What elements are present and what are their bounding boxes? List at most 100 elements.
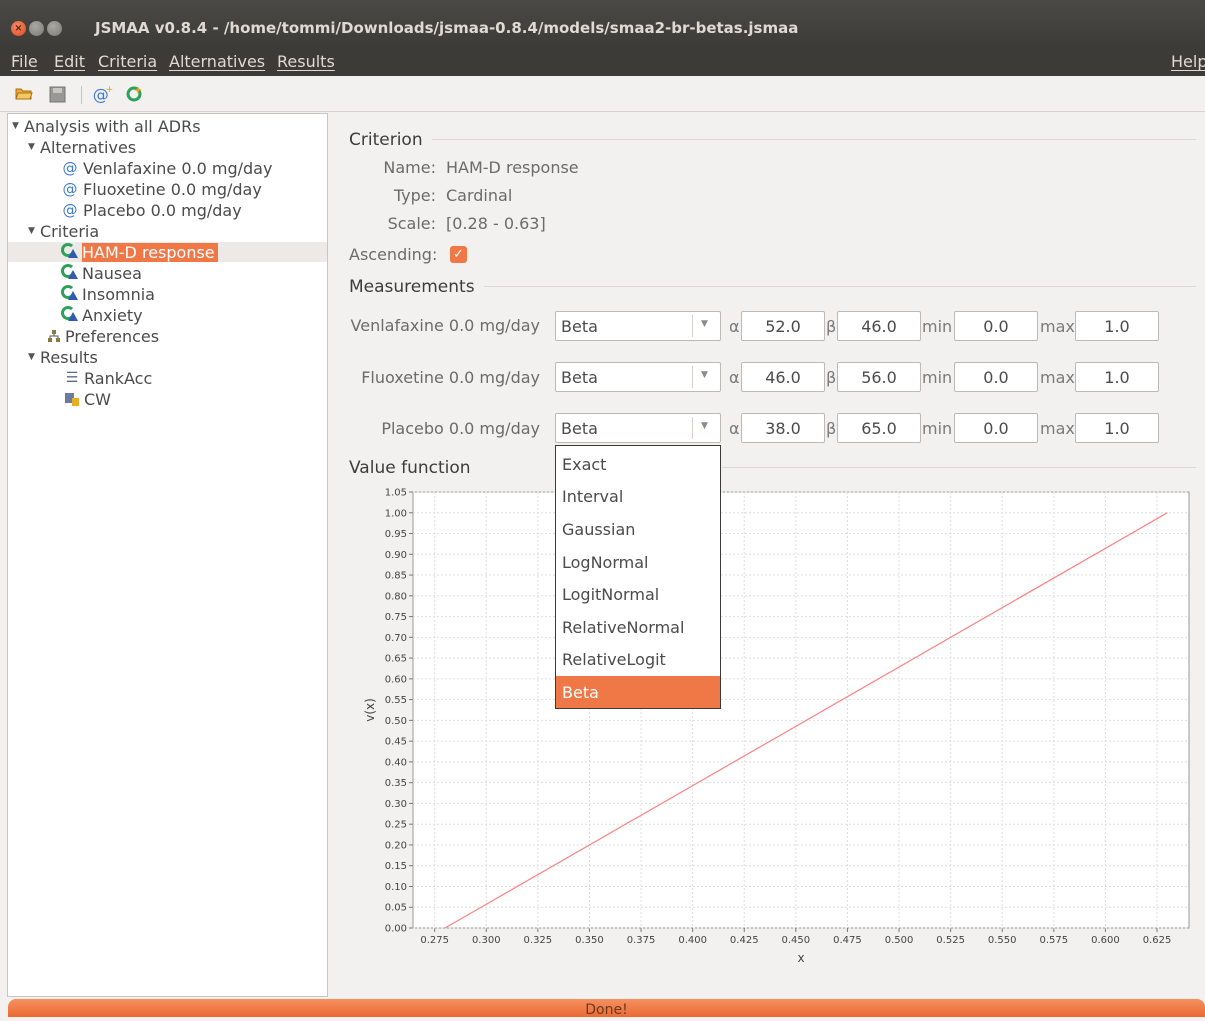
dropdown-option-lognormal[interactable]: LogNormal bbox=[556, 546, 720, 578]
add-criterion-icon[interactable] bbox=[125, 85, 145, 103]
tree-criterion-item[interactable]: HAM-D response bbox=[61, 242, 218, 262]
alpha-label: α bbox=[729, 368, 740, 387]
tree-alternatives-label: Alternatives bbox=[40, 137, 137, 157]
alternative-icon: @ bbox=[62, 180, 78, 198]
x-tick-label: 0.475 bbox=[833, 935, 862, 946]
dropdown-option-gaussian[interactable]: Gaussian bbox=[556, 513, 720, 545]
min-label: min bbox=[922, 317, 953, 336]
dropdown-option-beta[interactable]: Beta bbox=[556, 676, 720, 708]
alpha-input[interactable]: 38.0 bbox=[741, 413, 825, 443]
expand-triangle-icon[interactable]: ▼ bbox=[28, 352, 40, 362]
ascending-checkbox[interactable]: ✓ bbox=[450, 246, 467, 263]
criterion-scale-value: [0.28 - 0.63] bbox=[446, 214, 546, 233]
menu-help[interactable]: Help bbox=[1171, 52, 1205, 71]
central-weights-icon bbox=[64, 390, 80, 408]
min-input[interactable]: 0.0 bbox=[954, 413, 1038, 443]
tree-root[interactable]: ▼ Analysis with all ADRs bbox=[12, 116, 201, 136]
tree-criterion-item[interactable]: Nausea bbox=[61, 263, 142, 283]
navigation-tree: ▼ Analysis with all ADRs ▼ Alternatives … bbox=[7, 113, 328, 997]
menu-file[interactable]: File bbox=[11, 52, 38, 71]
tree-alternative-item[interactable]: @ Venlafaxine 0.0 mg/day bbox=[61, 158, 273, 178]
maximize-window-icon[interactable] bbox=[47, 21, 62, 36]
y-tick-label: 0.75 bbox=[385, 612, 407, 623]
y-tick-label: 0.80 bbox=[385, 591, 407, 602]
tree-result-item[interactable]: CW bbox=[64, 389, 111, 409]
dropdown-option-relativelogit[interactable]: RelativeLogit bbox=[556, 643, 720, 675]
y-tick-label: 0.60 bbox=[385, 674, 407, 685]
combo-separator bbox=[692, 315, 693, 337]
tree-item-label-selected: HAM-D response bbox=[82, 242, 218, 262]
tree-criteria[interactable]: ▼ Criteria bbox=[28, 221, 99, 241]
x-tick-label: 0.525 bbox=[936, 935, 965, 946]
min-input[interactable]: 0.0 bbox=[954, 311, 1038, 341]
tree-results-label: Results bbox=[40, 347, 98, 367]
x-tick-label: 0.425 bbox=[730, 935, 759, 946]
menu-criteria[interactable]: Criteria bbox=[98, 52, 157, 71]
tree-item-label: CW bbox=[84, 389, 111, 409]
max-input[interactable]: 1.0 bbox=[1075, 311, 1159, 341]
folder-open-icon[interactable] bbox=[14, 85, 34, 103]
x-tick-label: 0.350 bbox=[575, 935, 604, 946]
y-tick-label: 0.40 bbox=[385, 757, 407, 768]
criterion-name-value: HAM-D response bbox=[446, 158, 579, 177]
preferences-icon bbox=[46, 327, 62, 345]
dropdown-option-exact[interactable]: Exact bbox=[556, 448, 720, 480]
menu-edit[interactable]: Edit bbox=[54, 52, 85, 71]
menu-results[interactable]: Results bbox=[277, 52, 335, 71]
measurement-alternative-label: Venlafaxine 0.0 mg/day bbox=[350, 316, 540, 335]
beta-label: β bbox=[826, 368, 837, 387]
expand-triangle-icon[interactable]: ▼ bbox=[12, 121, 24, 131]
max-label: max bbox=[1040, 368, 1075, 387]
section-divider bbox=[484, 286, 1196, 287]
y-tick-label: 0.25 bbox=[385, 820, 407, 831]
y-tick-label: 0.15 bbox=[385, 861, 407, 872]
section-divider bbox=[722, 467, 1196, 468]
max-input[interactable]: 1.0 bbox=[1075, 413, 1159, 443]
dropdown-option-logitnormal[interactable]: LogitNormal bbox=[556, 578, 720, 610]
tree-criterion-item[interactable]: Insomnia bbox=[61, 284, 155, 304]
dropdown-option-relativenormal[interactable]: RelativeNormal bbox=[556, 611, 720, 643]
distribution-select[interactable]: Beta ▼ bbox=[555, 362, 721, 392]
beta-input[interactable]: 46.0 bbox=[837, 311, 921, 341]
tree-alternative-item[interactable]: @ Fluoxetine 0.0 mg/day bbox=[61, 179, 262, 199]
combo-separator bbox=[692, 366, 693, 388]
alpha-input[interactable]: 46.0 bbox=[741, 362, 825, 392]
combo-separator bbox=[692, 417, 693, 439]
tree-preferences[interactable]: Preferences bbox=[46, 326, 159, 346]
value-function-section-title: Value function bbox=[349, 458, 471, 478]
beta-input[interactable]: 56.0 bbox=[837, 362, 921, 392]
criterion-type-value: Cardinal bbox=[446, 186, 513, 205]
add-alternative-icon[interactable]: @ + bbox=[93, 85, 114, 104]
criterion-name-label: Name: bbox=[383, 158, 436, 177]
expand-triangle-icon[interactable]: ▼ bbox=[28, 142, 40, 152]
distribution-select[interactable]: Beta ▼ bbox=[555, 311, 721, 341]
alpha-input[interactable]: 52.0 bbox=[741, 311, 825, 341]
chevron-down-icon[interactable]: ▼ bbox=[701, 421, 708, 431]
menu-alternatives[interactable]: Alternatives bbox=[169, 52, 265, 71]
tree-item-label: Placebo 0.0 mg/day bbox=[83, 200, 242, 220]
tree-alternative-item[interactable]: @ Placebo 0.0 mg/day bbox=[61, 200, 242, 220]
distribution-select-open[interactable]: Beta ▼ bbox=[555, 413, 721, 443]
beta-input[interactable]: 65.0 bbox=[837, 413, 921, 443]
tree-result-item[interactable]: ☰ RankAcc bbox=[64, 368, 153, 388]
distribution-dropdown-list: Exact Interval Gaussian LogNormal LogitN… bbox=[555, 445, 721, 709]
chevron-down-icon[interactable]: ▼ bbox=[701, 319, 708, 329]
tree-results[interactable]: ▼ Results bbox=[28, 347, 98, 367]
dropdown-option-interval[interactable]: Interval bbox=[556, 480, 720, 512]
tree-item-label: RankAcc bbox=[84, 368, 153, 388]
tree-alternatives[interactable]: ▼ Alternatives bbox=[28, 137, 136, 157]
alternative-icon: @ bbox=[62, 201, 78, 219]
chevron-down-icon[interactable]: ▼ bbox=[701, 370, 708, 380]
distribution-select-value: Beta bbox=[561, 317, 598, 336]
tree-criterion-item[interactable]: Anxiety bbox=[61, 305, 143, 325]
close-window-icon[interactable]: × bbox=[11, 21, 26, 36]
save-icon[interactable] bbox=[47, 85, 67, 103]
tree-item-label: Nausea bbox=[82, 263, 142, 283]
y-tick-label: 0.35 bbox=[385, 778, 407, 789]
minimize-window-icon[interactable] bbox=[29, 21, 44, 36]
tree-root-label: Analysis with all ADRs bbox=[24, 116, 201, 136]
max-input[interactable]: 1.0 bbox=[1075, 362, 1159, 392]
min-input[interactable]: 0.0 bbox=[954, 362, 1038, 392]
window-titlebar: × JSMAA v0.8.4 - /home/tommi/Downloads/j… bbox=[0, 0, 1205, 48]
expand-triangle-icon[interactable]: ▼ bbox=[28, 226, 40, 236]
